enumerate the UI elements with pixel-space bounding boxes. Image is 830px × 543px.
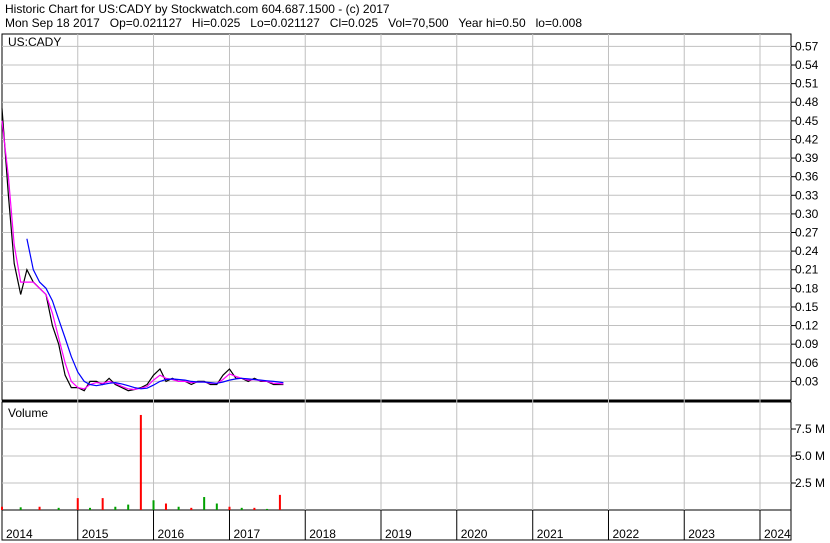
price-tick-label: 0.57: [795, 39, 819, 53]
price-tick-label: 0.12: [795, 319, 819, 333]
price-tick-label: 0.54: [795, 58, 819, 72]
price-series-line: [1, 108, 284, 392]
price-tick-label: 0.03: [795, 374, 819, 388]
stock-chart: US:CADY Volume 0.030.060.090.120.150.180…: [1, 33, 825, 541]
price-tick-label: 0.42: [795, 132, 819, 146]
volume-bar: [1, 506, 3, 510]
volume-bar: [228, 506, 231, 510]
price-tick-label: 0.09: [795, 337, 819, 351]
volume-bar: [114, 506, 117, 510]
year-label: 2022: [612, 527, 639, 541]
year-label: 2018: [309, 527, 336, 541]
volume-bar: [101, 498, 104, 510]
price-tick-label: 0.45: [795, 114, 819, 128]
volume-bar: [177, 506, 180, 510]
price-series-line: [26, 238, 284, 390]
price-panel-frame: [1, 33, 792, 401]
volume-bar: [38, 506, 41, 510]
price-tick-label: 0.51: [795, 77, 819, 91]
volume-bar: [152, 500, 155, 510]
volume-tick-label: 2.5 M: [795, 476, 825, 490]
volume-bar: [203, 497, 206, 510]
volume-tick-label: 5.0 M: [795, 449, 825, 463]
year-label: 2014: [6, 527, 33, 541]
price-tick-label: 0.27: [795, 226, 819, 240]
price-tick-label: 0.30: [795, 207, 819, 221]
volume-bar: [57, 507, 60, 510]
year-label: 2023: [688, 527, 715, 541]
year-label: 2015: [82, 527, 109, 541]
year-label: 2017: [233, 527, 260, 541]
year-label: 2016: [158, 527, 185, 541]
volume-tick-label: 7.5 M: [795, 422, 825, 436]
price-tick-label: 0.18: [795, 281, 819, 295]
volume-panel-title: Volume: [8, 406, 48, 420]
volume-bar: [253, 507, 256, 510]
volume-bar: [215, 503, 218, 510]
volume-bar: [139, 414, 142, 510]
price-tick-label: 0.24: [795, 244, 819, 258]
volume-bar: [76, 498, 79, 510]
volume-bar: [127, 504, 130, 510]
price-series-line: [1, 120, 284, 391]
volume-bar: [164, 503, 167, 510]
volume-bar: [89, 507, 92, 510]
price-tick-label: 0.06: [795, 356, 819, 370]
volume-bar: [19, 507, 22, 510]
price-tick-label: 0.39: [795, 151, 819, 165]
volume-bar: [240, 507, 243, 510]
volume-bar: [278, 494, 281, 510]
price-tick-label: 0.36: [795, 170, 819, 184]
year-label: 2024: [764, 527, 791, 541]
volume-bar: [190, 507, 193, 510]
volume-bar: [266, 508, 269, 510]
price-tick-label: 0.15: [795, 300, 819, 314]
year-label: 2019: [385, 527, 412, 541]
price-tick-label: 0.21: [795, 263, 819, 277]
year-label: 2020: [461, 527, 488, 541]
year-label: 2021: [537, 527, 564, 541]
price-tick-label: 0.48: [795, 95, 819, 109]
price-tick-label: 0.33: [795, 188, 819, 202]
